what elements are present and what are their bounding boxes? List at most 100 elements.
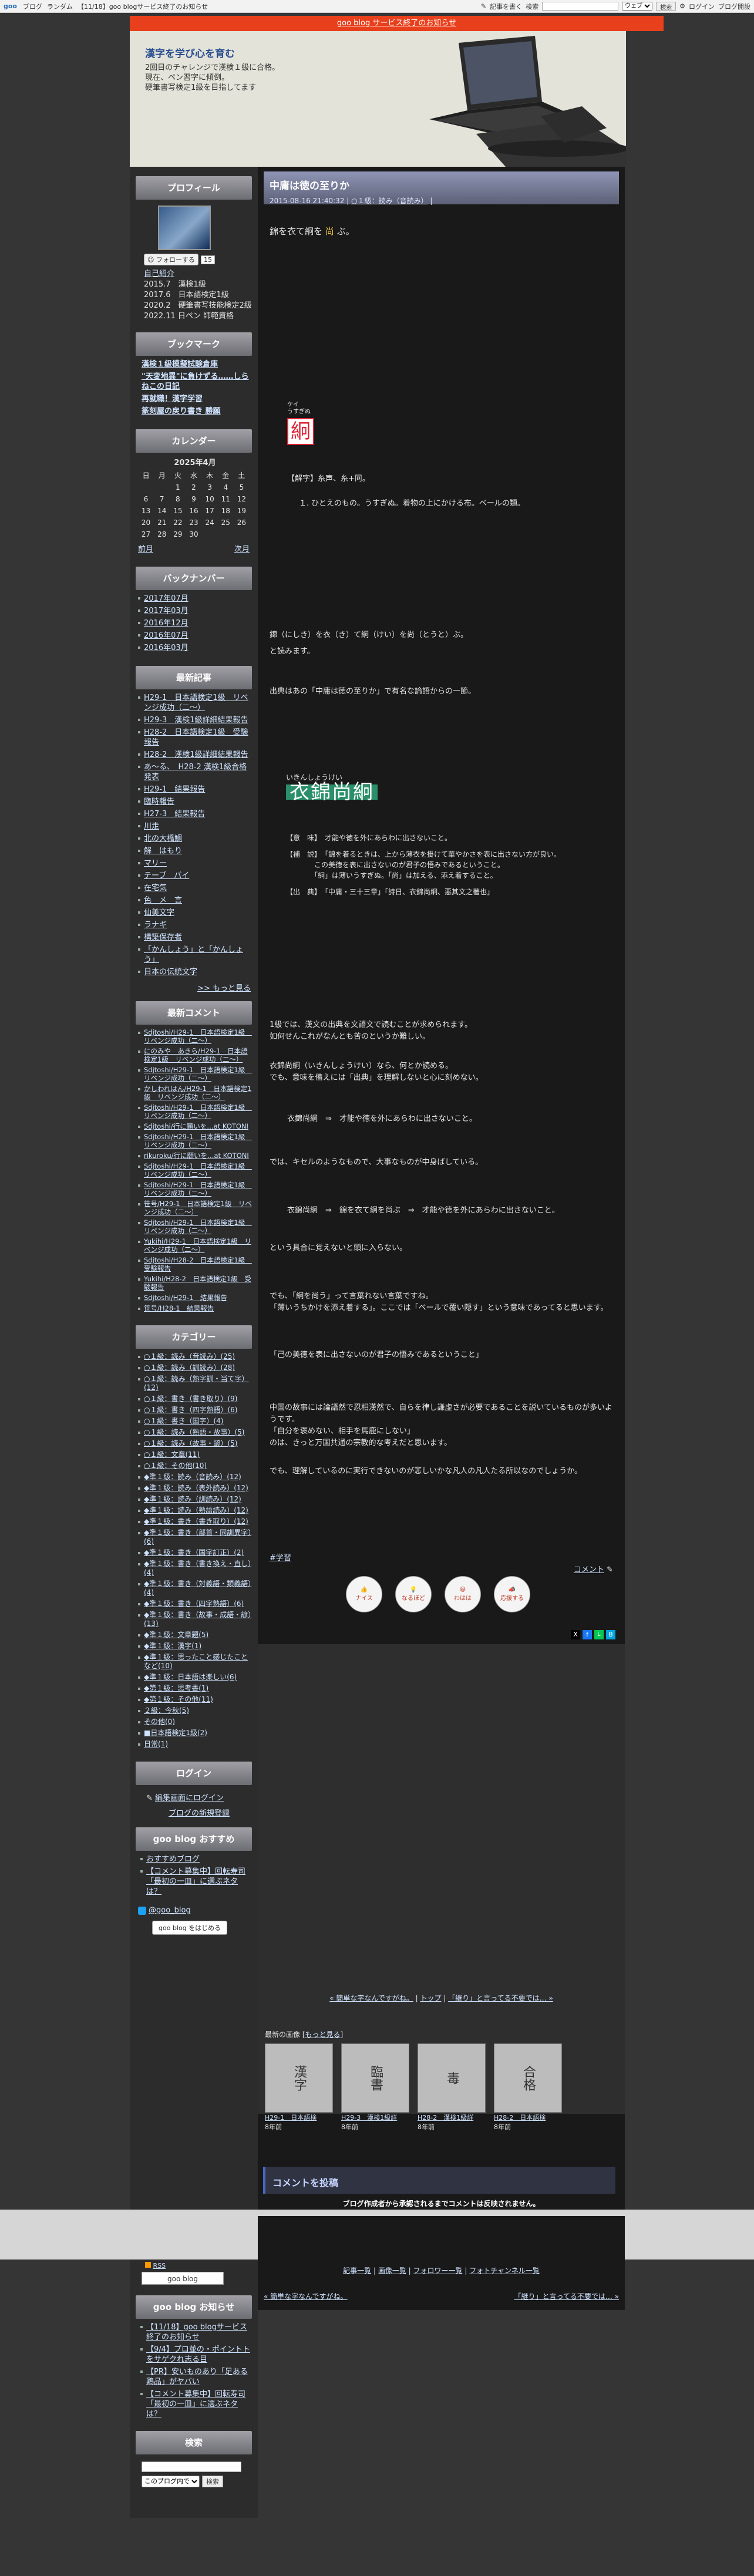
- sidebar-search-input[interactable]: [142, 2461, 241, 2472]
- recent-post-item[interactable]: テーブ バイ: [138, 871, 252, 881]
- goo-notice-item[interactable]: 【11/18】goo blogサービス終了のお知らせ: [140, 2322, 252, 2342]
- category-item[interactable]: ○１級：読み（熟語・故事）(5): [138, 1428, 252, 1437]
- category-item[interactable]: ■日本語検定1級(2): [138, 1729, 252, 1737]
- backnumber-item[interactable]: 2016年07月: [138, 631, 252, 641]
- bookmark-item[interactable]: 漢検１級模擬試験倉庫: [142, 359, 252, 369]
- goo-logo[interactable]: goo: [4, 2, 17, 10]
- recent-comment-item[interactable]: Sdjtoshi/H29-1 日本語検定1級 リベンジ成功（二〜）: [138, 1162, 252, 1178]
- top-link[interactable]: トップ: [420, 1994, 441, 2002]
- edit-login-link[interactable]: 編集画面にログイン: [155, 1794, 224, 1803]
- topbar-search-button[interactable]: 検索: [656, 2, 676, 11]
- recent-post-item[interactable]: 臨時報告: [138, 797, 252, 807]
- sidebar-search-button[interactable]: 検索: [202, 2476, 223, 2487]
- calendar-day[interactable]: 26: [234, 517, 250, 528]
- calendar-day[interactable]: 24: [202, 517, 218, 528]
- calendar-day[interactable]: 13: [138, 505, 154, 517]
- calendar-day[interactable]: 4: [218, 481, 234, 493]
- recent-post-item[interactable]: 川走: [138, 821, 252, 831]
- calendar-day[interactable]: 22: [170, 517, 186, 528]
- backnumber-item[interactable]: 2017年07月: [138, 594, 252, 604]
- footer-article-list-link[interactable]: 記事一覧: [343, 2267, 371, 2275]
- recent-image-label[interactable]: H29-1 日本語検: [265, 2113, 333, 2122]
- recent-post-item[interactable]: マリー: [138, 858, 252, 868]
- calendar-prev-link[interactable]: 前月: [138, 543, 153, 554]
- calendar-day[interactable]: 6: [138, 493, 154, 505]
- recent-comment-item[interactable]: Yukihi/H28-2 日本語検定1級 受験報告: [138, 1275, 252, 1291]
- category-item[interactable]: ◆準１級：読み（訓読み）(12): [138, 1495, 252, 1504]
- category-item[interactable]: ○１級：書き（書き取り）(9): [138, 1395, 252, 1403]
- category-item[interactable]: ◆準１級：書き（書き換え・直し）(4): [138, 1560, 252, 1577]
- recent-comment-item[interactable]: Sdjtoshi/H28-2 日本語検定1級 受験報告: [138, 1256, 252, 1272]
- write-article-link[interactable]: 記事を書く: [490, 2, 522, 11]
- recent-post-item[interactable]: 色 メ 言: [138, 895, 252, 905]
- calendar-day[interactable]: 15: [170, 505, 186, 517]
- bookmark-item[interactable]: 篆刻屋の戻り書き 勝願: [142, 406, 252, 416]
- calendar-day[interactable]: 5: [234, 481, 250, 493]
- recent-comment-item[interactable]: Yukihi/H29-1 日本語検定1級 リベンジ成功（二〜）: [138, 1237, 252, 1254]
- login-link[interactable]: ログイン: [689, 2, 715, 11]
- footer-follower-list-link[interactable]: フォロワー一覧: [413, 2267, 463, 2275]
- recent-image-thumbnail[interactable]: 臨書: [341, 2043, 409, 2113]
- open-blog-link[interactable]: ブログ開設: [718, 2, 750, 11]
- post-comment-link[interactable]: コメント: [574, 1565, 604, 1574]
- calendar-day[interactable]: 14: [154, 505, 170, 517]
- backnumber-item[interactable]: 2016年12月: [138, 618, 252, 628]
- recent-post-item[interactable]: 「かんしょう」と「かんしょう」: [138, 945, 252, 965]
- calendar-day[interactable]: 18: [218, 505, 234, 517]
- recent-image-label[interactable]: H28-2 日本語検: [494, 2113, 562, 2122]
- recent-comment-item[interactable]: rikuroku/行に願いを…at KOTONI: [138, 1151, 252, 1160]
- calendar-day[interactable]: 1: [170, 481, 186, 493]
- category-item[interactable]: ◆準１級：文章題(5): [138, 1631, 252, 1639]
- footer-image-list-link[interactable]: 画像一覧: [378, 2267, 406, 2275]
- osusume-item[interactable]: おすすめブログ: [140, 1854, 252, 1864]
- recent-more-link[interactable]: >> もっと見る: [197, 984, 251, 993]
- recent-image-card[interactable]: 毒 H28-2 漢検1級詳 8年前: [418, 2043, 486, 2131]
- calendar-day[interactable]: 28: [154, 528, 170, 540]
- recent-comment-item[interactable]: かしわれはん/H29-1 日本語検定1級 リベンジ成功（二〜）: [138, 1085, 252, 1101]
- topbar-search-input[interactable]: [542, 2, 619, 11]
- calendar-next-link[interactable]: 次月: [234, 543, 250, 554]
- goo-blog-twitter-link[interactable]: @goo_blog: [149, 1906, 191, 1915]
- start-goo-blog-button[interactable]: goo blog をはじめる: [152, 1921, 228, 1935]
- reaction-naruhodo-button[interactable]: 💡 なるほど: [395, 1576, 432, 1612]
- calendar-day[interactable]: 29: [170, 528, 186, 540]
- category-item[interactable]: その他(0): [138, 1718, 252, 1726]
- category-item[interactable]: ◆第１級：思考書(1): [138, 1684, 252, 1693]
- category-item[interactable]: ○１級：文章(11): [138, 1450, 252, 1459]
- goo-blog-badge[interactable]: goo blog: [142, 2272, 224, 2285]
- recent-post-item[interactable]: 仙美文字: [138, 908, 252, 918]
- facebook-share-icon[interactable]: f: [583, 1630, 592, 1639]
- recent-comment-item[interactable]: 笹号/H28-1 結果報告: [138, 1304, 252, 1312]
- recent-comment-item[interactable]: Sdjtoshi/H29-1 日本語検定1級 リベンジ成功（二〜）: [138, 1218, 252, 1235]
- category-item[interactable]: ◆準１級：読み（音読み）(12): [138, 1473, 252, 1481]
- recent-post-item[interactable]: 日本の伝統文字: [138, 967, 252, 977]
- reaction-wahaha-button[interactable]: 😄 わはは: [445, 1576, 481, 1612]
- line-share-icon[interactable]: L: [594, 1630, 604, 1639]
- recent-comment-item[interactable]: Sdjtoshi/H29-1 日本語検定1級 リベンジ成功（二〜）: [138, 1066, 252, 1082]
- recent-image-card[interactable]: 臨書 H29-3 漢検1級詳 8年前: [341, 2043, 409, 2131]
- next-post-link[interactable]: 「継り」と言ってる不要では… »: [448, 1994, 553, 2002]
- goo-notice-item[interactable]: 【コメント募集中】回転寿司「最初の一皿」に選ぶネタは？: [140, 2389, 252, 2419]
- calendar-day[interactable]: 8: [170, 493, 186, 505]
- recent-comment-item[interactable]: Sdjtoshi/行に願いを…at KOTONI: [138, 1122, 252, 1130]
- post-category-link[interactable]: ○１級：読み（音読み）: [351, 197, 428, 205]
- prev-post-link[interactable]: « 簡単な字なんですがね。: [329, 1994, 413, 2002]
- calendar-day[interactable]: 21: [154, 517, 170, 528]
- reaction-cheer-button[interactable]: 📣 応援する: [494, 1576, 530, 1612]
- recent-comment-item[interactable]: Sdjtoshi/H29-1 結果報告: [138, 1294, 252, 1302]
- calendar-day[interactable]: 23: [186, 517, 201, 528]
- recent-post-item[interactable]: H28-2 日本語検定1級 受験報告: [138, 728, 252, 747]
- profile-avatar[interactable]: [158, 206, 211, 250]
- backnumber-item[interactable]: 2017年03月: [138, 606, 252, 616]
- blog-title[interactable]: 漢字を学び心を育む: [145, 45, 235, 60]
- category-item[interactable]: ◆準１級：書き（国字訂正）(2): [138, 1548, 252, 1557]
- recent-image-thumbnail[interactable]: 合格: [494, 2043, 562, 2113]
- category-item[interactable]: ○１級：読み（訓読み）(28): [138, 1363, 252, 1372]
- recent-image-thumbnail[interactable]: 毒: [418, 2043, 486, 2113]
- recent-post-item[interactable]: 在宅気: [138, 883, 252, 893]
- recent-post-item[interactable]: H29-1 日本語検定1級 リベンジ成功（二〜）: [138, 693, 252, 713]
- new-blog-link[interactable]: ブログの新規登録: [169, 1809, 230, 1818]
- category-item[interactable]: ◆準１級：書き（四字熟語）(6): [138, 1600, 252, 1608]
- footer-prev-post-link[interactable]: « 簡単な字なんですがね。: [264, 2291, 348, 2303]
- category-item[interactable]: ◆準１級：書き（書き取り）(12): [138, 1517, 252, 1526]
